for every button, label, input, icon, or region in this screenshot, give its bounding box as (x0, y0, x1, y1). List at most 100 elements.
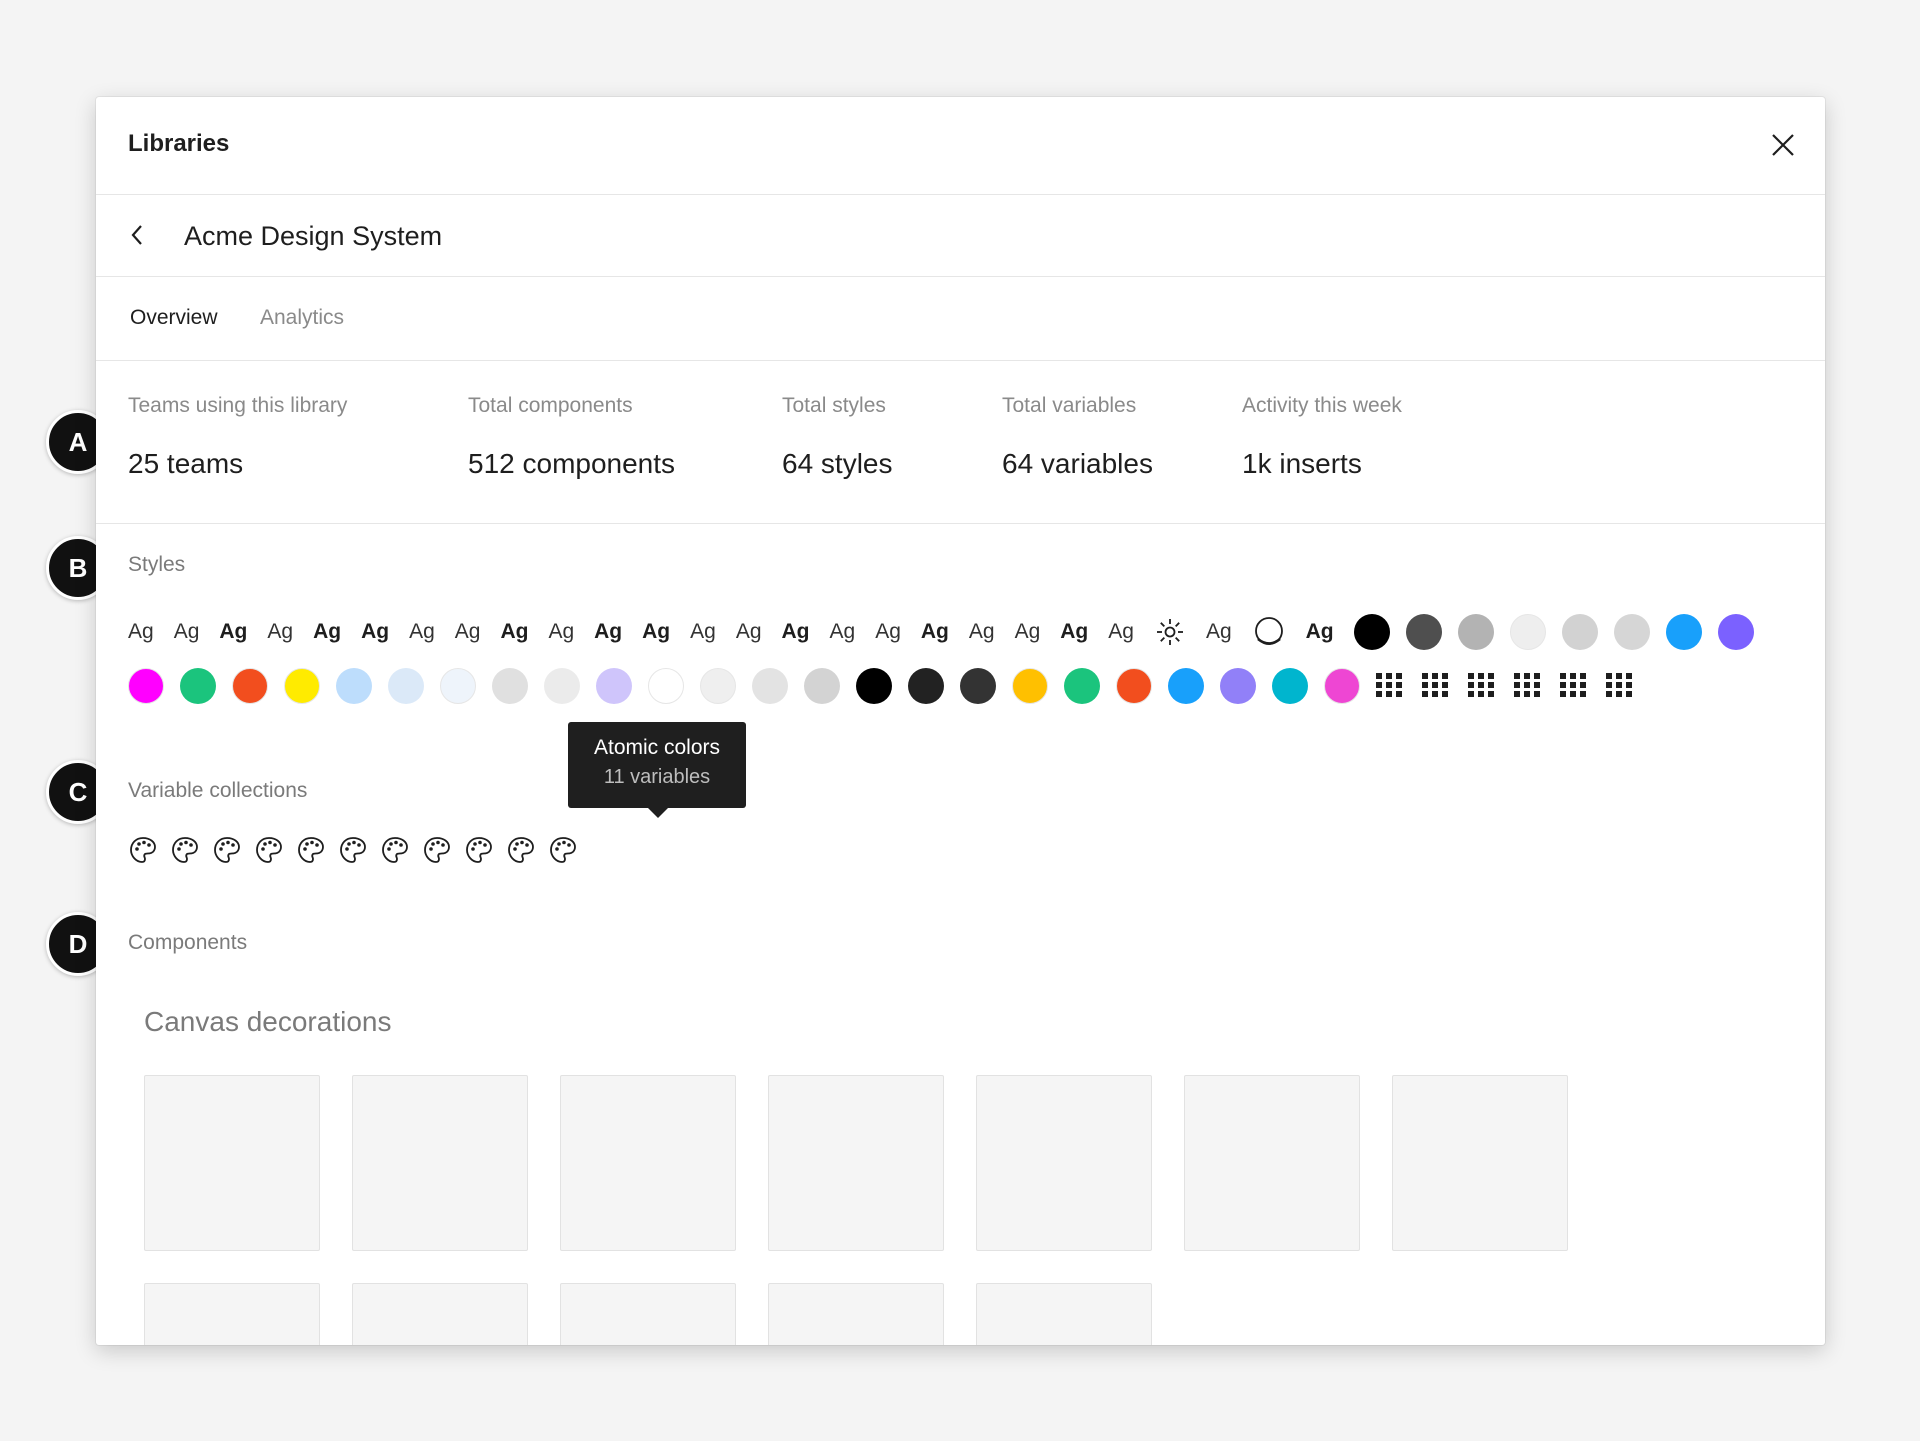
color-style-swatch[interactable] (908, 668, 944, 704)
palette-icon[interactable] (464, 835, 494, 865)
palette-icon[interactable] (548, 835, 578, 865)
palette-icon[interactable] (380, 835, 410, 865)
text-style-swatch[interactable]: Ag (267, 612, 293, 652)
palette-icon[interactable] (170, 835, 200, 865)
tab-analytics[interactable]: Analytics (260, 306, 344, 330)
component-thumbnail[interactable] (1392, 1075, 1568, 1251)
stat-label: Activity this week (1242, 394, 1402, 417)
color-style-swatch[interactable] (1220, 668, 1256, 704)
text-style-swatch[interactable]: Ag (1015, 612, 1041, 652)
color-style-swatch[interactable] (1116, 668, 1152, 704)
component-thumbnail[interactable] (352, 1283, 528, 1345)
palette-icon[interactable] (422, 835, 452, 865)
text-style-swatch[interactable]: Ag (1306, 612, 1334, 652)
text-style-swatch[interactable]: Ag (455, 612, 481, 652)
color-style-swatch[interactable] (700, 668, 736, 704)
text-style-swatch[interactable]: Ag (500, 612, 528, 652)
palette-icon[interactable] (212, 835, 242, 865)
text-style-swatch[interactable]: Ag (594, 612, 622, 652)
color-style-swatch[interactable] (804, 668, 840, 704)
palette-icon[interactable] (506, 835, 536, 865)
text-style-swatch[interactable]: Ag (174, 612, 200, 652)
back-button[interactable] (122, 218, 152, 252)
color-style-swatch[interactable] (1509, 614, 1546, 650)
color-style-swatch[interactable] (1717, 614, 1754, 650)
stat-label: Total styles (782, 394, 886, 417)
variable-collections-list (128, 835, 590, 865)
text-style-swatch[interactable]: Ag (1060, 612, 1088, 652)
color-style-swatch[interactable] (388, 668, 424, 704)
stat-activity: Activity this week 1k inserts (1242, 394, 1402, 480)
text-style-swatch[interactable]: Ag (1108, 612, 1134, 652)
color-style-swatch[interactable] (752, 668, 788, 704)
grid-icon[interactable] (1422, 673, 1450, 699)
color-style-swatch[interactable] (544, 668, 580, 704)
text-style-swatch[interactable]: Ag (313, 612, 341, 652)
grid-icon[interactable] (1560, 673, 1588, 699)
component-thumbnail[interactable] (768, 1283, 944, 1345)
text-style-swatch[interactable]: Ag (782, 612, 810, 652)
stat-value: 64 variables (1002, 448, 1153, 479)
tab-bar: Overview Analytics (96, 277, 1825, 361)
close-icon (1772, 134, 1794, 156)
component-thumbnail[interactable] (976, 1283, 1152, 1345)
color-style-swatch[interactable] (180, 668, 216, 704)
text-style-swatch[interactable]: Ag (219, 612, 247, 652)
color-style-swatch[interactable] (232, 668, 268, 704)
grid-icon[interactable] (1606, 673, 1634, 699)
color-style-swatch[interactable] (1613, 614, 1650, 650)
color-style-swatch[interactable] (1561, 614, 1598, 650)
color-style-swatch[interactable] (1012, 668, 1048, 704)
color-style-swatch[interactable] (336, 668, 372, 704)
palette-icon[interactable] (128, 835, 158, 865)
component-thumbnail[interactable] (144, 1283, 320, 1345)
color-style-swatch[interactable] (284, 668, 320, 704)
text-style-swatch[interactable]: Ag (690, 612, 716, 652)
color-style-swatch[interactable] (960, 668, 996, 704)
color-style-swatch[interactable] (1665, 614, 1702, 650)
grid-icon[interactable] (1468, 673, 1496, 699)
color-style-swatch[interactable] (1324, 668, 1360, 704)
text-style-swatch[interactable]: Ag (830, 612, 856, 652)
sun-icon[interactable] (1154, 616, 1186, 648)
color-style-swatch[interactable] (1457, 614, 1494, 650)
color-style-swatch[interactable] (1353, 614, 1390, 650)
stat-components: Total components 512 components (468, 394, 675, 480)
tab-overview[interactable]: Overview (130, 306, 218, 330)
text-style-swatch[interactable]: Ag (736, 612, 762, 652)
text-style-swatch[interactable]: Ag (1206, 612, 1232, 652)
text-style-swatch[interactable]: Ag (361, 612, 389, 652)
color-style-swatch[interactable] (1064, 668, 1100, 704)
color-style-swatch[interactable] (128, 668, 164, 704)
component-thumbnail[interactable] (768, 1075, 944, 1251)
component-thumbnail[interactable] (560, 1283, 736, 1345)
text-style-swatch[interactable]: Ag (409, 612, 435, 652)
color-style-swatch[interactable] (1405, 614, 1442, 650)
component-thumbnail[interactable] (1184, 1075, 1360, 1251)
component-thumbnail[interactable] (976, 1075, 1152, 1251)
color-style-swatch[interactable] (1272, 668, 1308, 704)
color-style-swatch[interactable] (1168, 668, 1204, 704)
text-style-swatch[interactable]: Ag (642, 612, 670, 652)
component-thumbnail[interactable] (560, 1075, 736, 1251)
text-style-swatch[interactable]: Ag (548, 612, 574, 652)
styles-row (128, 666, 1652, 706)
color-style-swatch[interactable] (440, 668, 476, 704)
component-thumbnail[interactable] (352, 1075, 528, 1251)
text-style-swatch[interactable]: Ag (969, 612, 995, 652)
palette-icon[interactable] (338, 835, 368, 865)
color-style-swatch[interactable] (492, 668, 528, 704)
color-style-swatch[interactable] (648, 668, 684, 704)
color-style-swatch[interactable] (856, 668, 892, 704)
grid-icon[interactable] (1376, 673, 1404, 699)
close-button[interactable] (1765, 127, 1801, 163)
component-thumbnail[interactable] (144, 1075, 320, 1251)
text-style-swatch[interactable]: Ag (875, 612, 901, 652)
shadow-circle-icon[interactable] (1252, 615, 1286, 649)
palette-icon[interactable] (254, 835, 284, 865)
grid-icon[interactable] (1514, 673, 1542, 699)
palette-icon[interactable] (296, 835, 326, 865)
color-style-swatch[interactable] (596, 668, 632, 704)
text-style-swatch[interactable]: Ag (921, 612, 949, 652)
text-style-swatch[interactable]: Ag (128, 612, 154, 652)
